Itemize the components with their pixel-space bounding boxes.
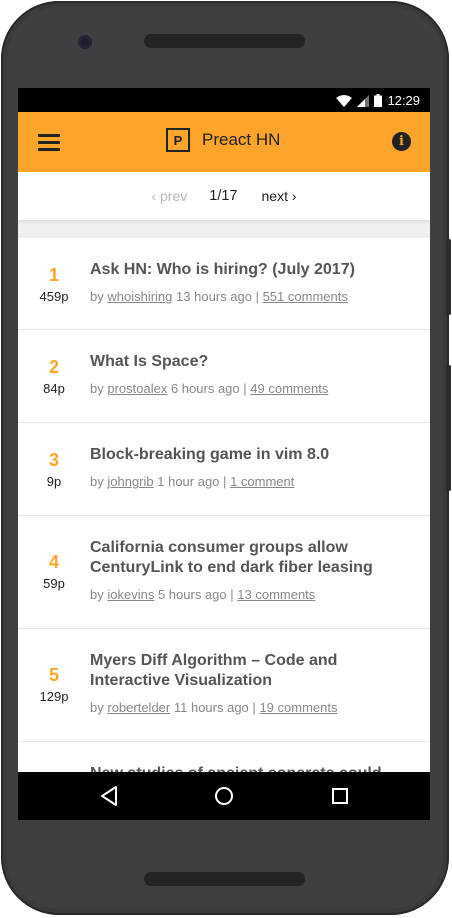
meta-separator: |: [243, 381, 247, 396]
next-page-link[interactable]: next ›: [262, 188, 297, 204]
story-author-link[interactable]: whoishiring: [107, 289, 172, 304]
story-title[interactable]: Ask HN: Who is hiring? (July 2017): [90, 260, 430, 280]
story-comments-link[interactable]: 49 comments: [250, 381, 328, 396]
story-item[interactable]: 2 84p What Is Space? by prostoalex 6 hou…: [18, 330, 430, 423]
story-list: 1 459p Ask HN: Who is hiring? (July 2017…: [18, 238, 430, 820]
bottom-speaker: [144, 872, 305, 886]
story-comments-link[interactable]: 19 comments: [259, 700, 337, 715]
status-time: 12:29: [387, 93, 420, 108]
page-count: 1/17: [209, 188, 238, 204]
story-points: 84p: [43, 381, 65, 396]
home-icon[interactable]: [213, 784, 235, 808]
story-points: 129p: [39, 689, 69, 704]
app-bar: P Preact HN i: [18, 112, 430, 172]
story-author-link[interactable]: prostoalex: [107, 381, 167, 396]
story-comments-link[interactable]: 1 comment: [230, 474, 294, 489]
story-title[interactable]: California consumer groups allow Century…: [90, 538, 430, 578]
story-age: 6 hours ago: [170, 381, 240, 396]
story-title[interactable]: Myers Diff Algorithm – Code and Interact…: [90, 651, 430, 691]
by-label: by: [90, 289, 104, 304]
story-rank: 4: [48, 552, 59, 572]
story-title[interactable]: Block-breaking game in vim 8.0: [90, 445, 430, 465]
brand[interactable]: P Preact HN: [166, 128, 280, 152]
story-meta: by johngrib 1 hour ago | 1 comment: [90, 474, 430, 489]
app-title: Preact HN: [202, 130, 281, 149]
android-nav-bar: [18, 772, 430, 820]
prev-page-link: ‹ prev: [151, 188, 188, 204]
info-icon[interactable]: i: [392, 132, 411, 151]
story-comments-link[interactable]: 551 comments: [263, 289, 348, 304]
list-spacer: [18, 220, 430, 238]
camera-icon: [78, 35, 92, 49]
story-meta: by iokevins 5 hours ago | 13 comments: [90, 587, 430, 602]
battery-icon: [374, 94, 383, 107]
by-label: by: [90, 474, 104, 489]
back-icon[interactable]: [98, 784, 120, 808]
story-item[interactable]: 1 459p Ask HN: Who is hiring? (July 2017…: [18, 238, 430, 330]
recents-icon[interactable]: [329, 784, 351, 808]
story-item[interactable]: 3 9p Block-breaking game in vim 8.0 by j…: [18, 423, 430, 516]
story-age: 5 hours ago: [157, 587, 227, 602]
top-speaker: [144, 34, 305, 48]
story-rank: 2: [48, 357, 59, 377]
story-points: 59p: [43, 576, 65, 591]
story-author-link[interactable]: iokevins: [107, 587, 154, 602]
story-item[interactable]: 5 129p Myers Diff Algorithm – Code and I…: [18, 629, 430, 742]
signal-icon: [357, 94, 370, 107]
story-title[interactable]: What Is Space?: [90, 352, 430, 372]
power-button: [446, 365, 451, 491]
story-points: 9p: [46, 474, 62, 489]
by-label: by: [90, 587, 104, 602]
wifi-icon: [336, 94, 353, 107]
story-points: 459p: [39, 289, 69, 304]
story-meta: by robertelder 11 hours ago | 19 comment…: [90, 700, 430, 715]
story-meta: by prostoalex 6 hours ago | 49 comments: [90, 381, 430, 396]
meta-separator: |: [223, 474, 227, 489]
story-rank: 1: [48, 265, 59, 285]
story-author-link[interactable]: johngrib: [107, 474, 153, 489]
story-comments-link[interactable]: 13 comments: [237, 587, 315, 602]
status-bar: 12:29: [18, 88, 430, 112]
story-author-link[interactable]: robertelder: [107, 700, 170, 715]
story-age: 11 hours ago: [173, 700, 249, 715]
story-age: 1 hour ago: [157, 474, 220, 489]
by-label: by: [90, 381, 104, 396]
volume-button: [446, 239, 451, 315]
story-age: 13 hours ago: [176, 289, 252, 304]
screen: 12:29 P Preact HN i ‹ prev 1/17 next › 1…: [18, 88, 430, 820]
menu-icon[interactable]: [38, 134, 60, 151]
by-label: by: [90, 700, 104, 715]
story-item[interactable]: 4 59p California consumer groups allow C…: [18, 516, 430, 629]
story-rank: 5: [48, 665, 59, 685]
meta-separator: |: [255, 289, 259, 304]
app-logo: P: [166, 128, 190, 152]
meta-separator: |: [252, 700, 256, 715]
meta-separator: |: [230, 587, 234, 602]
story-rank: 3: [48, 450, 59, 470]
story-meta: by whoishiring 13 hours ago | 551 commen…: [90, 289, 430, 304]
pagination: ‹ prev 1/17 next ›: [18, 172, 430, 220]
